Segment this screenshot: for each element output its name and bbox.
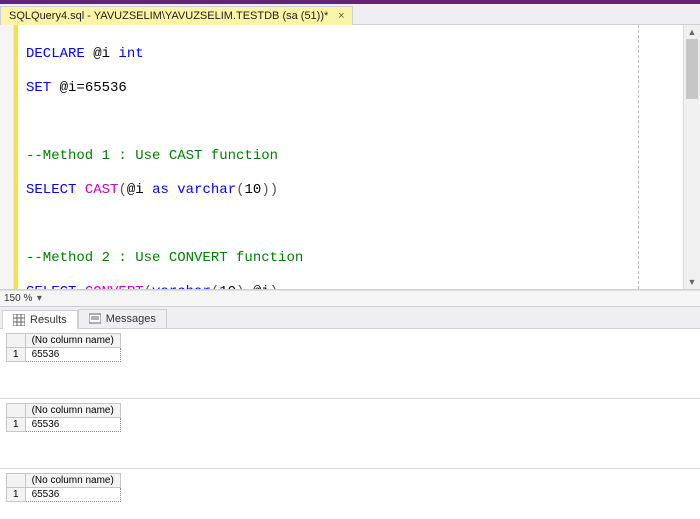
column-header[interactable]: (No column name) bbox=[25, 474, 120, 488]
tab-messages[interactable]: Messages bbox=[78, 309, 167, 328]
cell-value[interactable]: 65536 bbox=[25, 348, 120, 362]
tab-results-label: Results bbox=[30, 314, 67, 326]
tab-messages-label: Messages bbox=[106, 313, 156, 325]
close-icon[interactable]: × bbox=[334, 9, 348, 23]
result-grid[interactable]: (No column name) 1 65536 bbox=[6, 473, 121, 502]
result-set-3: (No column name) 1 65536 bbox=[0, 469, 700, 519]
scroll-up-icon[interactable]: ▲ bbox=[684, 25, 700, 39]
cell-value[interactable]: 65536 bbox=[25, 488, 120, 502]
results-tab-strip: Results Messages bbox=[0, 307, 700, 329]
scroll-thumb[interactable] bbox=[686, 39, 698, 99]
chevron-down-icon[interactable]: ▾ bbox=[34, 293, 44, 304]
document-tab[interactable]: SQLQuery4.sql - YAVUZSELIM\YAVUZSELIM.TE… bbox=[0, 6, 353, 25]
grid-corner bbox=[7, 334, 26, 348]
code-editor[interactable]: DECLARE @i int SET @i=65536 --Method 1 :… bbox=[0, 25, 700, 290]
column-header[interactable]: (No column name) bbox=[25, 404, 120, 418]
scroll-down-icon[interactable]: ▼ bbox=[684, 275, 700, 289]
right-margin-guide bbox=[638, 25, 639, 289]
code-content[interactable]: DECLARE @i int SET @i=65536 --Method 1 :… bbox=[18, 25, 683, 289]
table-row[interactable]: 1 65536 bbox=[7, 348, 121, 362]
results-grid-icon bbox=[13, 314, 25, 326]
row-index: 1 bbox=[7, 488, 26, 502]
vertical-scrollbar[interactable]: ▲ ▼ bbox=[683, 25, 700, 289]
tab-results[interactable]: Results bbox=[2, 310, 78, 329]
results-pane[interactable]: (No column name) 1 65536 (No column name… bbox=[0, 329, 700, 519]
zoom-bar: 150 % ▾ bbox=[0, 290, 700, 307]
document-tab-bar: SQLQuery4.sql - YAVUZSELIM\YAVUZSELIM.TE… bbox=[0, 4, 700, 25]
result-set-2: (No column name) 1 65536 bbox=[0, 399, 700, 469]
document-tab-title: SQLQuery4.sql - YAVUZSELIM\YAVUZSELIM.TE… bbox=[9, 10, 328, 22]
table-row[interactable]: 1 65536 bbox=[7, 418, 121, 432]
editor-gutter bbox=[0, 25, 14, 289]
messages-icon bbox=[89, 313, 101, 325]
grid-corner bbox=[7, 404, 26, 418]
row-index: 1 bbox=[7, 348, 26, 362]
column-header[interactable]: (No column name) bbox=[25, 334, 120, 348]
cell-value[interactable]: 65536 bbox=[25, 418, 120, 432]
grid-corner bbox=[7, 474, 26, 488]
table-row[interactable]: 1 65536 bbox=[7, 488, 121, 502]
result-grid[interactable]: (No column name) 1 65536 bbox=[6, 403, 121, 432]
result-set-1: (No column name) 1 65536 bbox=[0, 329, 700, 399]
zoom-level: 150 % bbox=[4, 293, 32, 304]
row-index: 1 bbox=[7, 418, 26, 432]
result-grid[interactable]: (No column name) 1 65536 bbox=[6, 333, 121, 362]
